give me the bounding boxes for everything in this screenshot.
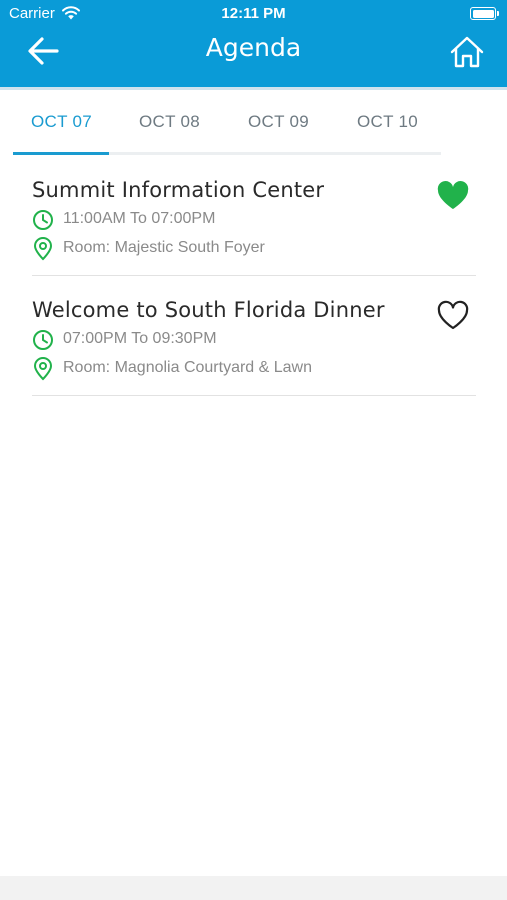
- home-icon[interactable]: [450, 35, 484, 69]
- agenda-item-time: 07:00PM To 09:30PM: [63, 330, 217, 347]
- tab-oct-10[interactable]: OCT 10: [357, 112, 418, 132]
- tab-oct-09[interactable]: OCT 09: [248, 112, 309, 132]
- location-pin-icon: [33, 357, 53, 381]
- agenda-item[interactable]: Welcome to South Florida Dinner 07:00PM …: [32, 298, 476, 388]
- divider: [32, 395, 476, 396]
- status-time: 12:11 PM: [221, 5, 286, 22]
- heart-outline-icon[interactable]: [436, 300, 470, 332]
- clock-icon: [33, 210, 53, 230]
- clock-icon: [33, 330, 53, 350]
- tab-oct-07[interactable]: OCT 07: [31, 112, 92, 132]
- agenda-item-room: Room: Majestic South Foyer: [63, 239, 265, 256]
- bottom-bar: [0, 876, 507, 900]
- active-tab-indicator: [13, 152, 109, 155]
- agenda-item-time: 11:00AM To 07:00PM: [63, 210, 216, 227]
- agenda-item-title: Summit Information Center: [32, 178, 325, 202]
- status-bar: Carrier 12:11 PM: [0, 0, 507, 28]
- heart-filled-icon[interactable]: [436, 180, 470, 212]
- page-title: Agenda: [205, 33, 302, 62]
- agenda-item[interactable]: Summit Information Center 11:00AM To 07:…: [32, 178, 476, 268]
- date-tabs: OCT 07 OCT 08 OCT 09 OCT 10: [0, 90, 507, 156]
- tab-oct-08[interactable]: OCT 08: [139, 112, 200, 132]
- agenda-item-room: Room: Magnolia Courtyard & Lawn: [63, 359, 313, 376]
- divider: [32, 275, 476, 276]
- battery-icon: [470, 7, 499, 20]
- location-pin-icon: [33, 237, 53, 261]
- agenda-item-title: Welcome to South Florida Dinner: [32, 298, 385, 322]
